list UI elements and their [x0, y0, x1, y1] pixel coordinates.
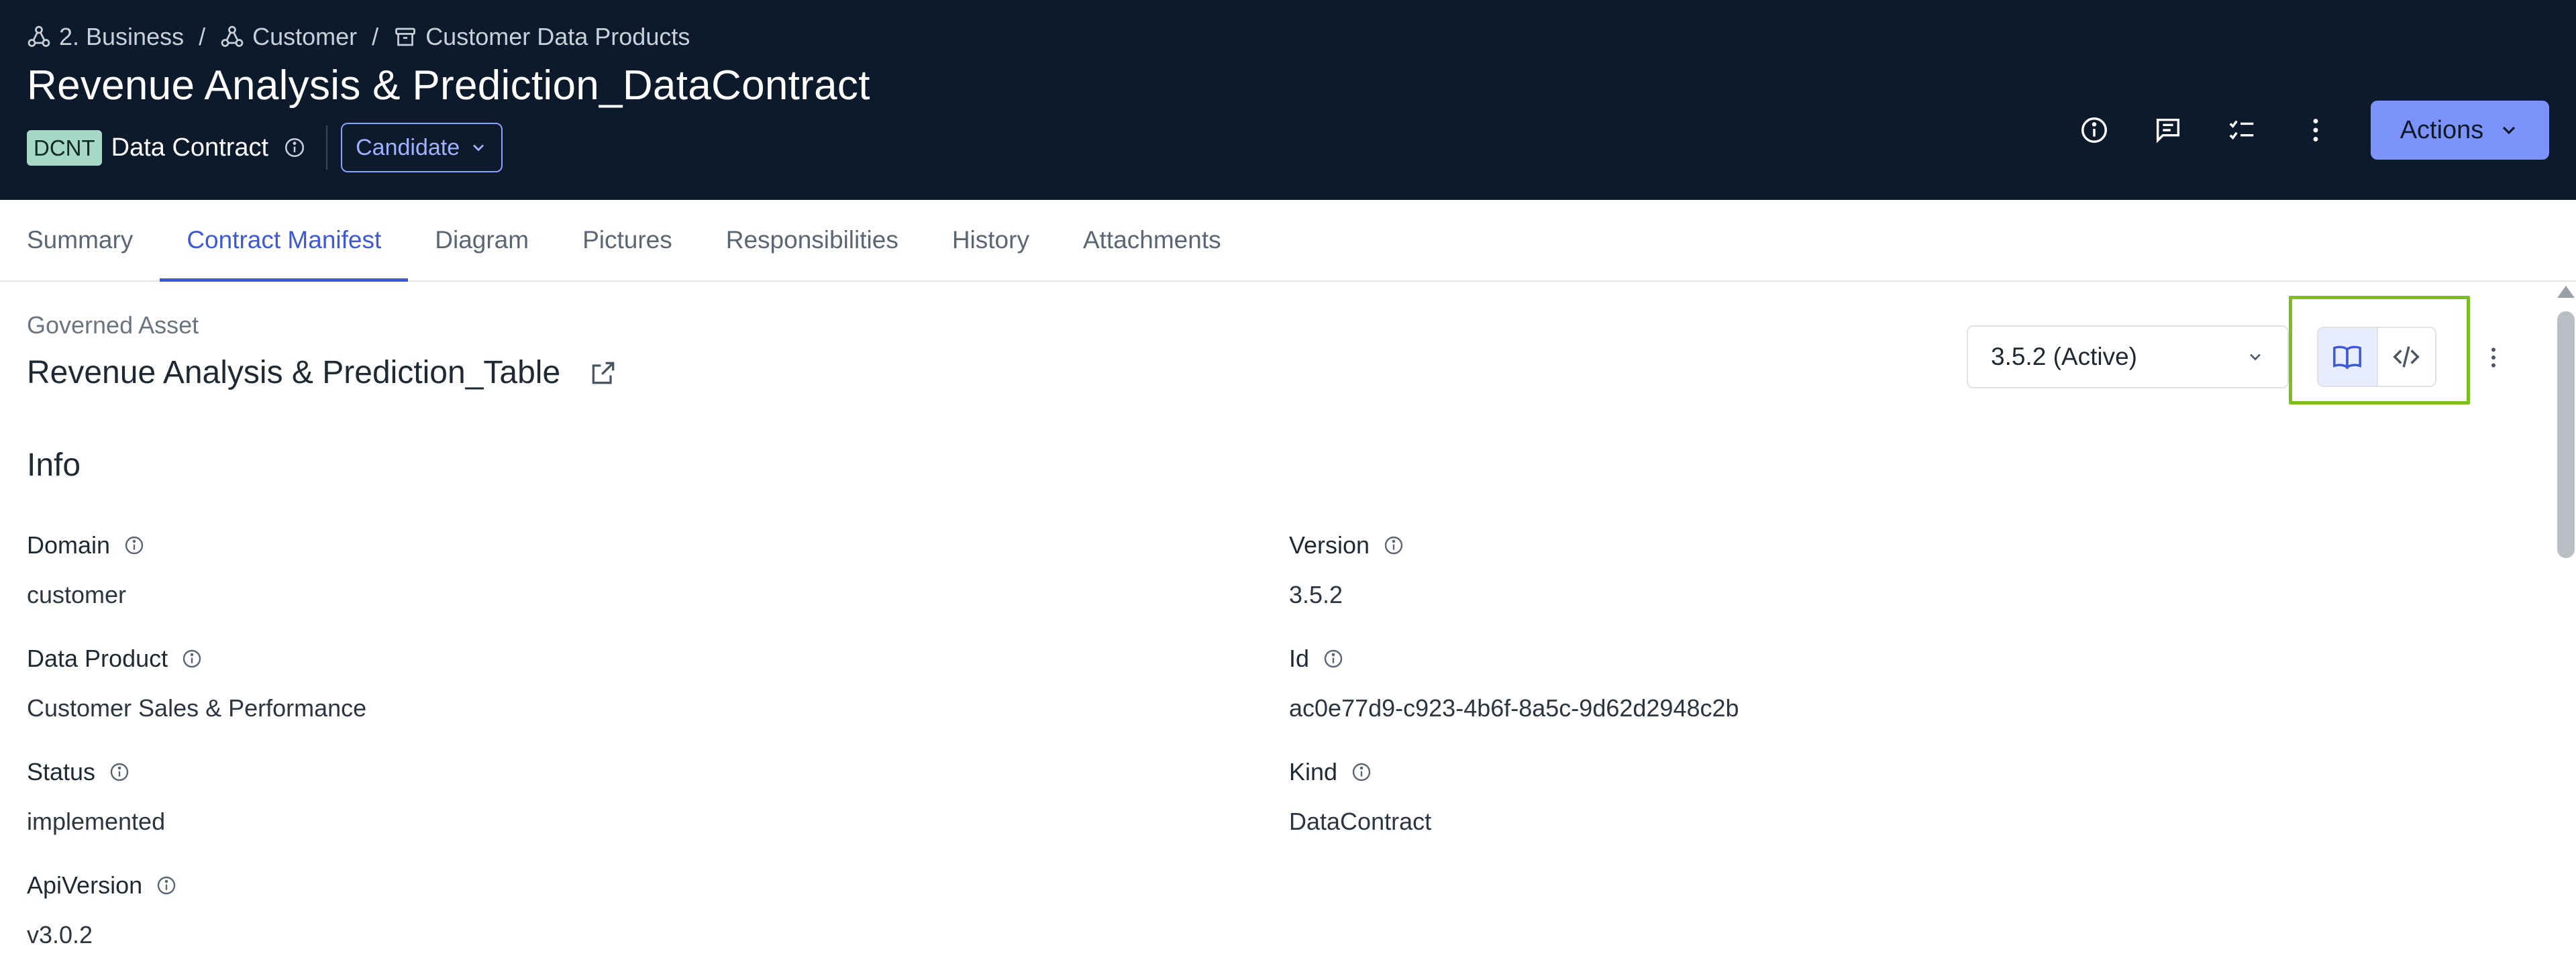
info-icon[interactable] [109, 761, 130, 783]
breadcrumb-separator: / [372, 23, 379, 50]
info-icon[interactable] [283, 136, 306, 159]
tab-contract-manifest[interactable]: Contract Manifest [160, 200, 409, 282]
breadcrumb-item-business[interactable]: 2. Business [27, 23, 184, 51]
external-link-icon[interactable] [588, 358, 618, 388]
field-value: customer [27, 581, 127, 608]
code-icon [2393, 346, 2420, 368]
header-actions: Actions [2041, 101, 2549, 160]
info-icon[interactable] [1351, 761, 1372, 783]
comment-icon [2156, 118, 2180, 144]
more-vertical-icon [2491, 347, 2495, 368]
more-options-button[interactable] [2296, 110, 2336, 150]
status-dropdown[interactable]: Candidate [341, 123, 503, 172]
version-select[interactable]: 3.5.2 (Active) [1967, 325, 2289, 388]
field-label: Kind [1289, 755, 1431, 789]
archive-icon [395, 28, 416, 46]
chevron-down-icon [2250, 354, 2261, 361]
field-label-text: Version [1289, 531, 1370, 559]
asset-type-badge: DCNT [27, 129, 102, 166]
status-dropdown-label: Candidate [356, 134, 460, 160]
field-label: Id [1289, 642, 1739, 675]
tab-bar: Summary Contract Manifest Diagram Pictur… [0, 200, 2576, 282]
domain-icon [221, 25, 244, 47]
field-value: DataContract [1289, 808, 1432, 835]
field-value: 3.5.2 [1289, 581, 1343, 608]
field-kind: Kind DataContract [1289, 755, 1431, 838]
scrollbar-thumb[interactable] [2557, 311, 2575, 558]
field-label-text: Status [27, 758, 96, 785]
chevron-down-icon [2503, 126, 2516, 135]
field-value: implemented [27, 808, 166, 835]
asset-meta-row: DCNT Data Contract Candidate [27, 122, 503, 173]
breadcrumb-separator: / [199, 23, 206, 50]
actions-button[interactable]: Actions [2371, 101, 2549, 160]
view-mode-toggle [2317, 327, 2436, 387]
book-open-icon [2333, 345, 2362, 370]
field-domain: Domain customer [27, 529, 145, 612]
info-icon[interactable] [1323, 648, 1344, 669]
field-value: v3.0.2 [27, 921, 93, 948]
info-icon[interactable] [123, 535, 145, 556]
governed-asset-label: Governed Asset [27, 311, 199, 339]
divider [326, 125, 328, 170]
field-label: Domain [27, 529, 145, 562]
version-select-value: 3.5.2 (Active) [1991, 343, 2137, 370]
scroll-up-arrow[interactable] [2557, 286, 2575, 298]
chevron-down-icon [473, 144, 484, 152]
field-data-product: Data Product Customer Sales & Performanc… [27, 642, 366, 725]
domain-icon [28, 25, 50, 47]
tab-summary[interactable]: Summary [27, 200, 133, 280]
comments-button[interactable] [2148, 110, 2188, 150]
code-view-button[interactable] [2376, 328, 2435, 386]
asset-type-label: Data Contract [111, 133, 269, 162]
tab-history[interactable]: History [952, 200, 1029, 280]
field-label-text: Id [1289, 645, 1310, 672]
field-value: ac0e77d9-c923-4b6f-8a5c-9d62d2948c2b [1289, 694, 1739, 722]
field-label-text: Kind [1289, 758, 1338, 785]
info-button[interactable] [2074, 110, 2114, 150]
governed-asset-title[interactable]: Revenue Analysis & Prediction_Table [27, 354, 560, 391]
field-value: Customer Sales & Performance [27, 694, 367, 722]
field-label: ApiVersion [27, 869, 177, 902]
tab-responsibilities[interactable]: Responsibilities [726, 200, 898, 280]
field-label: Data Product [27, 642, 366, 675]
breadcrumb-label: 2. Business [59, 23, 185, 50]
breadcrumb-item-customer[interactable]: Customer [220, 23, 357, 51]
actions-button-label: Actions [2400, 115, 2484, 144]
info-icon [2081, 117, 2107, 143]
field-label-text: Data Product [27, 645, 168, 672]
info-icon[interactable] [156, 875, 177, 896]
field-label: Version [1289, 529, 1404, 562]
breadcrumb-label: Customer [252, 23, 358, 50]
field-status: Status implemented [27, 755, 165, 838]
tab-attachments[interactable]: Attachments [1083, 200, 1221, 280]
field-label-text: ApiVersion [27, 871, 143, 899]
field-label: Status [27, 755, 165, 789]
checklist-icon [2229, 120, 2254, 140]
page-header: 2. Business / Customer / Customer Data P… [0, 0, 2576, 200]
info-icon[interactable] [181, 648, 203, 669]
breadcrumb-label: Customer Data Products [425, 23, 690, 50]
page-title: Revenue Analysis & Prediction_DataContra… [27, 62, 870, 109]
tasks-button[interactable] [2222, 110, 2262, 150]
field-id: Id ac0e77d9-c923-4b6f-8a5c-9d62d2948c2b [1289, 642, 1739, 725]
field-api-version: ApiVersion v3.0.2 [27, 869, 177, 952]
field-version: Version 3.5.2 [1289, 529, 1404, 612]
field-label-text: Domain [27, 531, 111, 559]
document-view-button[interactable] [2318, 328, 2377, 386]
tab-pictures[interactable]: Pictures [582, 200, 672, 280]
more-vertical-icon [2313, 119, 2318, 142]
governed-asset-row: Revenue Analysis & Prediction_Table [27, 354, 618, 391]
info-icon[interactable] [1383, 535, 1404, 556]
tab-diagram[interactable]: Diagram [435, 200, 529, 280]
info-section-title: Info [27, 447, 81, 483]
breadcrumb-item-customer-data-products[interactable]: Customer Data Products [393, 23, 690, 51]
breadcrumb: 2. Business / Customer / Customer Data P… [27, 20, 690, 54]
content-more-options-button[interactable] [2480, 337, 2507, 378]
